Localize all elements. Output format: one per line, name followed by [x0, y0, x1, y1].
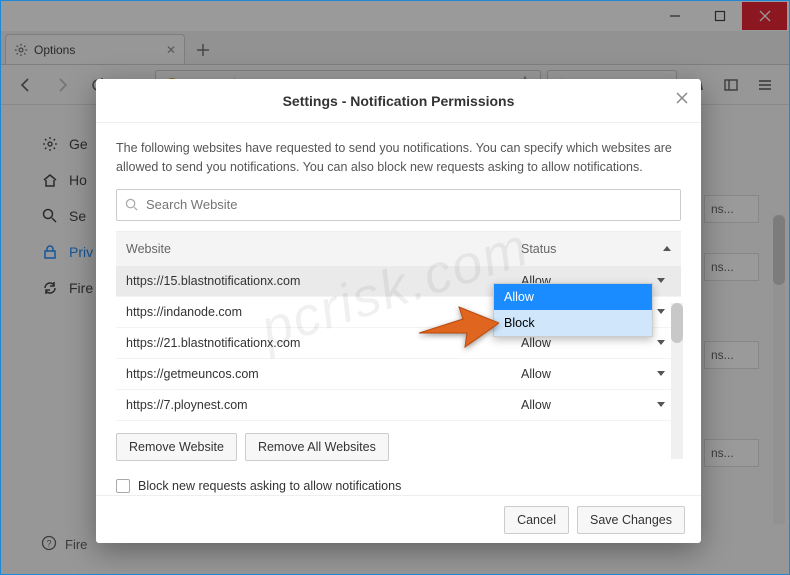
table-header: Website Status	[116, 232, 681, 266]
dialog-title: Settings - Notification Permissions	[96, 79, 701, 123]
chevron-down-icon	[657, 340, 665, 345]
chevron-down-icon	[657, 278, 665, 283]
dropdown-option-allow[interactable]: Allow	[494, 284, 652, 310]
cell-website: https://15.blastnotificationx.com	[126, 274, 521, 288]
status-dropdown-trigger[interactable]: Allow	[521, 336, 671, 350]
chevron-down-icon	[657, 309, 665, 314]
search-website-input[interactable]	[116, 189, 681, 221]
checkbox-label: Block new requests asking to allow notif…	[138, 479, 401, 493]
column-website[interactable]: Website	[126, 242, 521, 256]
status-dropdown-trigger[interactable]: Allow	[521, 398, 671, 412]
dialog-close-button[interactable]	[675, 91, 689, 108]
remove-buttons-row: Remove Website Remove All Websites	[116, 433, 681, 461]
cell-website: https://getmeuncos.com	[126, 367, 521, 381]
block-new-requests-checkbox[interactable]: Block new requests asking to allow notif…	[116, 479, 681, 493]
cell-website: https://7.ploynest.com	[126, 398, 521, 412]
chevron-up-icon	[663, 246, 671, 251]
chevron-down-icon	[657, 371, 665, 376]
remove-website-button[interactable]: Remove Website	[116, 433, 237, 461]
cancel-button[interactable]: Cancel	[504, 506, 569, 534]
dialog-footer: Cancel Save Changes	[96, 495, 701, 543]
table-row[interactable]: https://getmeuncos.com Allow	[116, 359, 681, 390]
tutorial-arrow-icon	[419, 301, 499, 356]
chevron-down-icon	[657, 402, 665, 407]
search-icon	[125, 198, 138, 211]
dialog-intro-text: The following websites have requested to…	[116, 139, 681, 177]
column-status[interactable]: Status	[521, 242, 671, 256]
browser-window: pcrisk.com Options ✕	[0, 0, 790, 575]
table-scrollbar[interactable]	[671, 303, 683, 459]
status-dropdown-trigger[interactable]: Allow	[521, 367, 671, 381]
save-changes-button[interactable]: Save Changes	[577, 506, 685, 534]
remove-all-websites-button[interactable]: Remove All Websites	[245, 433, 389, 461]
table-row[interactable]: https://7.ploynest.com Allow	[116, 390, 681, 421]
status-dropdown[interactable]: Allow Block	[493, 283, 653, 337]
checkbox-icon[interactable]	[116, 479, 130, 493]
dropdown-option-block[interactable]: Block	[494, 310, 652, 336]
